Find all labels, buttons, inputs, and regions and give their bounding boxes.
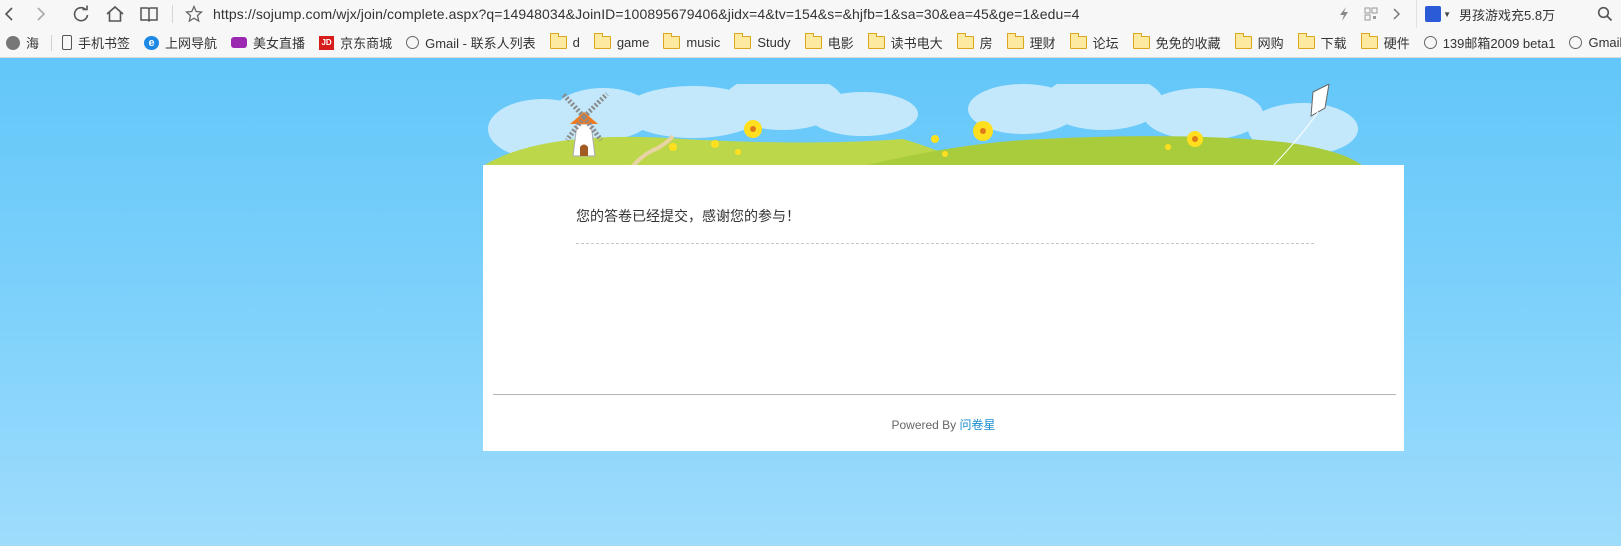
bookmark-item[interactable]: e 上网导航 [138,28,225,57]
baidu-engine-icon[interactable] [1425,6,1442,22]
bookmark-item[interactable]: 理财 [1001,28,1064,57]
footer: Powered By 问卷星 [483,416,1404,433]
bookmark-label: music [686,35,721,50]
bookmark-label: 论坛 [1092,36,1119,51]
search-input[interactable]: 男孩游戏充5.8万 [1459,5,1589,24]
completion-card: 您的答卷已经提交，感谢您的参与！ Powered By 问卷星 [483,165,1404,451]
globe-icon [406,36,420,49]
bookmark-label: 房 [979,36,993,51]
bookmark-label: 美女直播 [253,36,306,51]
folder-icon [804,33,822,49]
folder-icon [1132,33,1150,49]
bookmark-item[interactable]: Gmail - [1563,28,1621,57]
toolbar-separator [172,5,173,23]
wjx-link[interactable]: 问卷星 [960,418,996,432]
powered-by-text: Powered By [891,418,957,432]
bookmark-label: 下载 [1320,36,1347,51]
home-button[interactable] [98,0,132,28]
bookmark-item[interactable]: 下载 [1292,28,1355,57]
folder-icon [867,33,885,49]
search-icon [1597,6,1613,22]
home-icon [106,5,124,22]
search-box[interactable]: ▼ 男孩游戏充5.8万 [1416,0,1621,28]
phone-icon [62,35,73,50]
bookmark-label: Gmail - 联系人列表 [425,36,536,51]
lightning-icon[interactable] [1338,6,1350,22]
browser-toolbar: https://sojump.com/wjx/join/complete.asp… [0,0,1621,28]
forward-icon [37,7,46,21]
chevron-down-icon[interactable]: ▼ [1443,10,1451,19]
bookmark-item[interactable]: 139邮箱2009 beta1 [1418,28,1564,57]
qr-icon[interactable] [1364,7,1378,21]
url-text[interactable]: https://sojump.com/wjx/join/complete.asp… [213,6,1080,22]
folder-icon [1360,33,1378,49]
bookmark-item[interactable]: 读书电大 [862,28,951,57]
bookmark-item[interactable]: 海 [0,28,47,57]
bookmark-label: 139邮箱2009 beta1 [1442,36,1556,51]
bookmark-label: game [616,35,650,50]
favorite-button[interactable] [179,5,209,23]
dashed-divider [576,243,1314,244]
bookmark-separator [51,34,53,51]
folder-icon [549,33,567,49]
bookmark-label: 海 [26,36,40,51]
bookmark-label: 网购 [1257,36,1284,51]
folder-icon [956,33,974,49]
chevron-right-icon[interactable] [1392,7,1402,21]
bookmark-item[interactable]: 硬件 [1355,28,1418,57]
bookmark-item[interactable]: 网购 [1229,28,1292,57]
video-icon [231,37,248,48]
bookmark-item[interactable]: JD 京东商城 [313,28,400,57]
landscape-banner [483,84,1363,166]
folder-icon [663,33,681,49]
address-bar[interactable]: https://sojump.com/wjx/join/complete.asp… [179,0,1338,28]
bookmark-label: d [572,35,580,50]
bookmark-item[interactable]: 电影 [799,28,862,57]
bookmark-label: Study [757,35,791,50]
footer-divider [493,394,1396,395]
bookmark-label: 读书电大 [890,36,943,51]
bookmark-label: 免免的收藏 [1155,36,1221,51]
bookmark-item[interactable]: Study [728,28,798,57]
forward-button[interactable] [18,0,64,28]
bookmark-label: 电影 [827,36,854,51]
avatar-icon [6,35,20,50]
bookmark-label: 上网导航 [165,36,218,51]
bookmark-item[interactable]: d [544,28,588,57]
folder-icon [1297,33,1315,49]
folder-icon [593,33,611,49]
search-button[interactable] [1589,6,1621,22]
ie-icon: e [144,35,160,50]
star-icon [185,5,203,23]
bookmark-item[interactable]: Gmail - 联系人列表 [400,28,544,57]
back-button[interactable] [0,0,18,28]
address-bar-actions [1338,6,1402,22]
bookmark-label: 手机书签 [78,36,131,51]
bookmark-item[interactable]: 论坛 [1064,28,1127,57]
bookmark-item[interactable]: 房 [951,28,1001,57]
reader-icon [140,7,158,23]
reload-button[interactable] [64,0,98,28]
folder-icon [1006,33,1024,49]
reload-icon [73,5,89,22]
folder-icon [1234,33,1252,49]
bookmark-label: 硬件 [1383,36,1410,51]
bookmark-item[interactable]: game [588,28,658,57]
folder-icon [1069,33,1087,49]
bookmark-item[interactable]: 免免的收藏 [1127,28,1229,57]
bookmark-item[interactable]: 美女直播 [225,28,313,57]
folder-icon [734,33,752,49]
back-icon [4,7,13,21]
reader-button[interactable] [132,0,166,28]
jd-icon: JD [319,35,335,50]
bookmark-label: 京东商城 [340,36,393,51]
bookmark-item[interactable]: music [657,28,728,57]
globe-icon [1569,36,1583,49]
bookmark-label: Gmail - [1588,35,1621,50]
bookmark-item[interactable]: 手机书签 [56,28,138,57]
globe-icon [1423,36,1437,49]
bookmark-label: 理财 [1029,36,1056,51]
completion-message: 您的答卷已经提交，感谢您的参与！ [576,208,800,224]
bookmarks-bar: 海 手机书签 e 上网导航 美女直播 JD 京东商城 Gmail - 联系人列表 d game mu… [0,28,1621,58]
